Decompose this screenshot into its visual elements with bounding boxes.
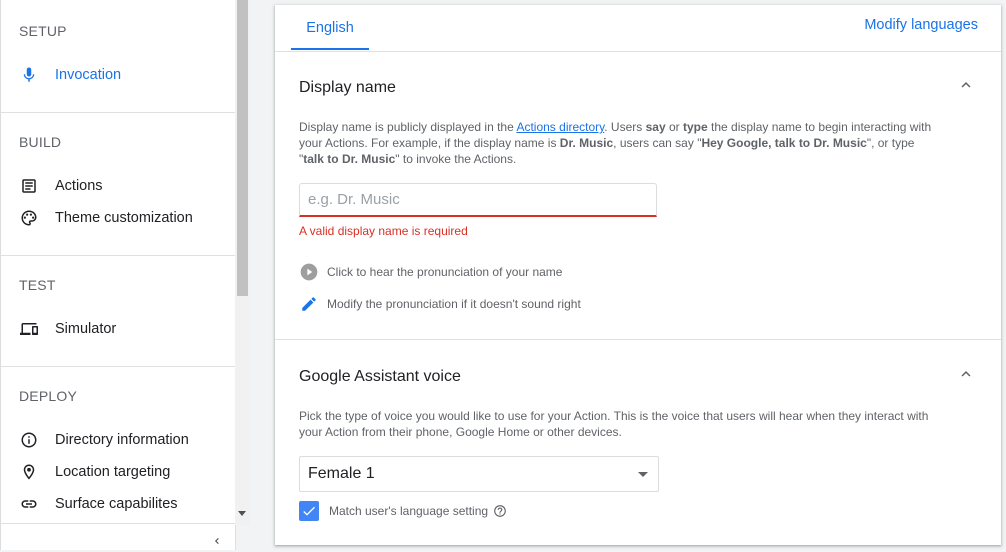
link-icon bbox=[19, 494, 39, 514]
sidebar-edge bbox=[0, 0, 1, 550]
language-tabbar: English Modify languages bbox=[275, 5, 1001, 52]
desc-bold: Dr. Music bbox=[559, 136, 614, 150]
sidebar-item-actions[interactable]: Actions bbox=[19, 174, 219, 198]
display-name-title: Display name bbox=[299, 79, 396, 96]
desc-bold: talk to Dr. Music bbox=[303, 152, 396, 166]
section-divider bbox=[0, 112, 235, 113]
display-name-error: A valid display name is required bbox=[299, 224, 468, 238]
sidebar: SETUP Invocation BUILD Actions Theme cus… bbox=[0, 0, 236, 550]
list-icon bbox=[19, 176, 39, 196]
location-pin-icon bbox=[19, 462, 39, 482]
tab-english[interactable]: English bbox=[291, 5, 369, 51]
section-divider bbox=[0, 366, 235, 367]
display-name-description: Display name is publicly displayed in th… bbox=[299, 119, 939, 167]
desc-text: " to invoke the Actions. bbox=[395, 152, 517, 166]
section-heading-setup: SETUP bbox=[19, 23, 67, 39]
sidebar-scrollbar[interactable] bbox=[235, 0, 250, 525]
sidebar-item-directory-information[interactable]: Directory information bbox=[19, 428, 219, 452]
actions-directory-link[interactable]: Actions directory bbox=[516, 120, 604, 134]
palette-icon bbox=[19, 208, 39, 228]
sidebar-item-label: Theme customization bbox=[55, 210, 193, 226]
chevron-up-icon bbox=[957, 76, 975, 99]
voice-description: Pick the type of voice you would like to… bbox=[299, 409, 929, 439]
dropdown-arrow-icon bbox=[638, 471, 648, 477]
collapse-display-name-button[interactable] bbox=[955, 76, 977, 98]
scroll-down-arrow-icon[interactable] bbox=[238, 511, 246, 516]
play-circle-icon bbox=[299, 262, 319, 282]
mic-icon bbox=[19, 65, 39, 85]
sidebar-item-label: Surface capabilites bbox=[55, 496, 178, 512]
section-divider bbox=[275, 339, 1001, 340]
modify-pronunciation-button[interactable]: Modify the pronunciation if it doesn't s… bbox=[299, 294, 581, 314]
section-heading-test: TEST bbox=[19, 277, 56, 293]
section-heading-deploy: DEPLOY bbox=[19, 388, 77, 404]
desc-bold: type bbox=[682, 120, 708, 134]
match-language-row: Match user's language setting bbox=[299, 500, 507, 522]
match-language-label: Match user's language setting bbox=[329, 504, 489, 518]
section-divider bbox=[0, 255, 235, 256]
chevron-up-icon bbox=[957, 365, 975, 388]
desc-bold: Hey Google, talk to Dr. Music bbox=[701, 136, 867, 150]
pencil-icon bbox=[299, 294, 319, 314]
desc-text: , users can say " bbox=[613, 136, 702, 150]
sidebar-item-location-targeting[interactable]: Location targeting bbox=[19, 460, 219, 484]
voice-title: Google Assistant voice bbox=[299, 368, 461, 385]
modify-languages-link[interactable]: Modify languages bbox=[864, 17, 978, 33]
desc-text: Display name is publicly displayed in th… bbox=[299, 120, 517, 134]
sidebar-item-label: Location targeting bbox=[55, 464, 171, 480]
sidebar-item-label: Actions bbox=[55, 178, 103, 194]
scrollbar-thumb[interactable] bbox=[237, 0, 248, 296]
sidebar-item-label: Invocation bbox=[55, 67, 122, 83]
collapse-sidebar-button[interactable] bbox=[205, 535, 229, 550]
sidebar-item-surface-capabilities[interactable]: Surface capabilites bbox=[19, 492, 219, 516]
checkmark-icon bbox=[303, 506, 315, 516]
info-icon bbox=[19, 430, 39, 450]
desc-text: or bbox=[665, 120, 683, 134]
desc-bold: say bbox=[645, 120, 666, 134]
section-heading-build: BUILD bbox=[19, 134, 62, 150]
devices-icon bbox=[19, 319, 39, 339]
modify-hint-text: Modify the pronunciation if it doesn't s… bbox=[327, 297, 581, 311]
sidebar-item-label: Simulator bbox=[55, 321, 117, 337]
sidebar-item-theme-customization[interactable]: Theme customization bbox=[19, 206, 219, 230]
sidebar-item-label: Directory information bbox=[55, 432, 189, 448]
active-tab-indicator bbox=[291, 48, 369, 50]
sidebar-item-invocation[interactable]: Invocation bbox=[19, 63, 219, 87]
match-language-checkbox[interactable] bbox=[299, 501, 319, 521]
play-hint-text: Click to hear the pronunciation of your … bbox=[327, 265, 563, 279]
invocation-card: English Modify languages Display name Di… bbox=[275, 5, 1001, 545]
section-divider bbox=[0, 523, 235, 524]
collapse-voice-button[interactable] bbox=[955, 365, 977, 387]
voice-select[interactable]: Female 1 bbox=[299, 456, 659, 492]
display-name-input[interactable] bbox=[299, 183, 657, 217]
sidebar-item-simulator[interactable]: Simulator bbox=[19, 317, 219, 341]
voice-select-value: Female 1 bbox=[308, 465, 375, 482]
play-pronunciation-button[interactable]: Click to hear the pronunciation of your … bbox=[299, 262, 562, 282]
help-icon[interactable] bbox=[493, 504, 507, 518]
chevron-left-icon bbox=[211, 534, 223, 552]
desc-text: . Users bbox=[604, 120, 646, 134]
